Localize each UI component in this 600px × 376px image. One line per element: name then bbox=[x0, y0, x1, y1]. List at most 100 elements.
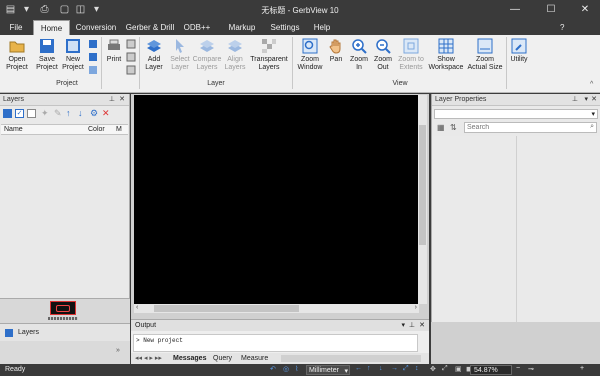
help-icon[interactable]: ? bbox=[560, 23, 564, 32]
transparent-layers-button[interactable]: Transparent Layers bbox=[248, 37, 290, 72]
tab-odb[interactable]: ODB++ bbox=[180, 20, 214, 35]
grid-snap-icon[interactable]: ◎ bbox=[283, 365, 289, 373]
nav-expand-icon[interactable]: ↕ bbox=[415, 365, 419, 372]
project-small-icon-3[interactable] bbox=[88, 65, 98, 75]
layers-menu-icon[interactable] bbox=[3, 109, 12, 118]
zoom-extents-button[interactable]: Zoom to Extents bbox=[396, 37, 426, 72]
layers-list[interactable] bbox=[1, 136, 128, 296]
print-preview-icon[interactable] bbox=[126, 39, 136, 49]
scroll-left-icon[interactable]: ‹ bbox=[136, 304, 138, 311]
display-mode-icon[interactable]: ▣ bbox=[455, 365, 462, 373]
zoom-out-button[interactable]: Zoom Out bbox=[371, 37, 395, 72]
show-workspace-button[interactable]: Show Workspace bbox=[426, 37, 466, 72]
zoom-actual-size-button[interactable]: Zoom Actual Size bbox=[466, 37, 504, 72]
uncheck-all-icon[interactable] bbox=[27, 109, 36, 118]
save-project-button[interactable]: Save Project bbox=[33, 37, 61, 72]
layer-settings-icon[interactable]: ⚙ bbox=[90, 109, 98, 118]
minimize-button[interactable]: — bbox=[504, 2, 526, 18]
export-image-icon[interactable] bbox=[126, 65, 136, 75]
tab-home[interactable]: Home bbox=[33, 20, 70, 35]
utility-button[interactable]: Utility bbox=[508, 37, 530, 64]
output-pin-icon[interactable]: ⊥ bbox=[409, 320, 415, 331]
tab-settings[interactable]: Settings bbox=[264, 20, 306, 35]
quick-preview-icon[interactable]: ▢ bbox=[58, 3, 71, 16]
new-project-button[interactable]: New Project bbox=[60, 37, 86, 72]
move-up-icon[interactable]: ↑ bbox=[66, 109, 71, 118]
nav-up-icon[interactable]: ↑ bbox=[367, 365, 371, 372]
collapse-ribbon-icon[interactable]: ^ bbox=[590, 81, 593, 88]
tab-help[interactable]: Help bbox=[308, 20, 336, 35]
tab-nav-arrows-icon[interactable]: ◂◂ ◂ ▸ ▸▸ bbox=[135, 353, 162, 364]
column-color[interactable]: Color bbox=[88, 125, 105, 135]
properties-close-icon[interactable]: ✕ bbox=[591, 94, 597, 106]
output-horizontal-scrollbar[interactable] bbox=[281, 355, 421, 362]
layer-star-icon[interactable]: ✦ bbox=[41, 109, 50, 118]
output-dropdown-icon[interactable]: ▾ bbox=[401, 320, 405, 331]
nav-fit-icon[interactable]: ⤢ bbox=[403, 365, 409, 373]
print-button[interactable]: Print bbox=[103, 37, 125, 64]
horizontal-scrollbar[interactable]: ‹ › bbox=[134, 304, 419, 313]
fullscreen-icon[interactable]: ⤢ bbox=[442, 365, 448, 373]
compare-layers-button[interactable]: Compare Layers bbox=[192, 37, 222, 72]
column-name[interactable]: Name bbox=[4, 125, 23, 135]
check-all-icon[interactable]: ✓ bbox=[15, 109, 24, 118]
pin-icon[interactable]: ⊥ bbox=[109, 94, 115, 106]
alphabetical-icon[interactable]: ⇅ bbox=[450, 123, 457, 132]
pan-button[interactable]: Pan bbox=[326, 37, 346, 64]
snap-icon[interactable]: ↶ bbox=[270, 365, 276, 373]
app-menu-icon[interactable]: ▤ bbox=[4, 3, 17, 16]
output-close-icon[interactable]: ✕ bbox=[419, 320, 425, 331]
zoom-in-button[interactable]: Zoom In bbox=[347, 37, 371, 72]
print-setup-icon[interactable] bbox=[126, 52, 136, 62]
zoom-window-button[interactable]: Zoom Window bbox=[295, 37, 325, 72]
nav-right-icon[interactable]: → bbox=[391, 365, 398, 372]
vertical-scrollbar[interactable] bbox=[418, 95, 427, 304]
output-tab-messages[interactable]: Messages bbox=[173, 353, 206, 364]
close-button[interactable]: ✕ bbox=[574, 2, 596, 18]
nav-down-icon[interactable]: ↓ bbox=[379, 365, 383, 372]
quick-print-icon[interactable]: ⎙ bbox=[38, 3, 51, 16]
align-layers-button[interactable]: Align Layers bbox=[222, 37, 248, 72]
horizontal-scrollbar-thumb[interactable] bbox=[154, 305, 299, 312]
layers-tab-label[interactable]: Layers bbox=[18, 329, 39, 336]
ortho-icon[interactable]: ⌇ bbox=[295, 365, 298, 373]
quick-save-icon[interactable]: ▾ bbox=[20, 3, 33, 16]
select-layer-button[interactable]: Select Layer bbox=[167, 37, 193, 72]
zoom-plus-icon[interactable]: + bbox=[580, 365, 584, 372]
properties-dropdown-icon[interactable]: ▾ bbox=[584, 94, 588, 106]
layer-edit-icon[interactable]: ✎ bbox=[54, 109, 63, 118]
zoom-slider-icon[interactable]: ⊸ bbox=[528, 365, 534, 373]
nav-left-icon[interactable]: ← bbox=[355, 365, 362, 372]
gerber-canvas[interactable] bbox=[134, 95, 419, 304]
properties-search-input[interactable] bbox=[467, 123, 582, 132]
tab-gerber-drill[interactable]: Gerber & Drill bbox=[122, 20, 178, 35]
open-project-button[interactable]: Open Project bbox=[2, 37, 32, 72]
column-m[interactable]: M bbox=[116, 125, 122, 135]
scroll-right-icon[interactable]: › bbox=[415, 304, 417, 311]
vertical-scrollbar-thumb[interactable] bbox=[419, 125, 426, 245]
units-select[interactable]: Millimeter ▾ bbox=[306, 365, 350, 375]
add-layer-button[interactable]: Add Layer bbox=[141, 37, 167, 72]
properties-search[interactable]: ⌕ bbox=[464, 122, 597, 133]
quick-access-dropdown-icon[interactable]: ▾ bbox=[90, 3, 103, 16]
delete-layer-icon[interactable]: ✕ bbox=[102, 109, 110, 118]
move-down-icon[interactable]: ↓ bbox=[78, 109, 83, 118]
properties-grid[interactable] bbox=[432, 136, 600, 322]
project-small-icon-1[interactable] bbox=[88, 39, 98, 49]
board-thumbnail[interactable] bbox=[50, 301, 76, 315]
output-log[interactable]: > New project bbox=[133, 334, 418, 352]
quick-pdf-icon[interactable]: ◫ bbox=[74, 3, 87, 16]
tab-markup[interactable]: Markup bbox=[222, 20, 262, 35]
properties-pin-icon[interactable]: ⊥ bbox=[572, 94, 578, 106]
tab-conversion[interactable]: Conversion bbox=[72, 20, 120, 35]
zoom-level[interactable]: 54.87% bbox=[470, 365, 512, 375]
project-small-icon-2[interactable] bbox=[88, 52, 98, 62]
object-selector[interactable]: ▾ bbox=[434, 109, 598, 119]
categorized-icon[interactable]: ▦ bbox=[437, 123, 445, 132]
tab-file[interactable]: File bbox=[2, 20, 30, 35]
panel-close-icon[interactable]: ✕ bbox=[119, 94, 125, 106]
measure-icon[interactable]: ✥ bbox=[430, 365, 436, 373]
zoom-minus-icon[interactable]: − bbox=[516, 365, 520, 372]
maximize-button[interactable]: ☐ bbox=[540, 2, 562, 18]
overflow-icon[interactable]: » bbox=[116, 347, 120, 354]
